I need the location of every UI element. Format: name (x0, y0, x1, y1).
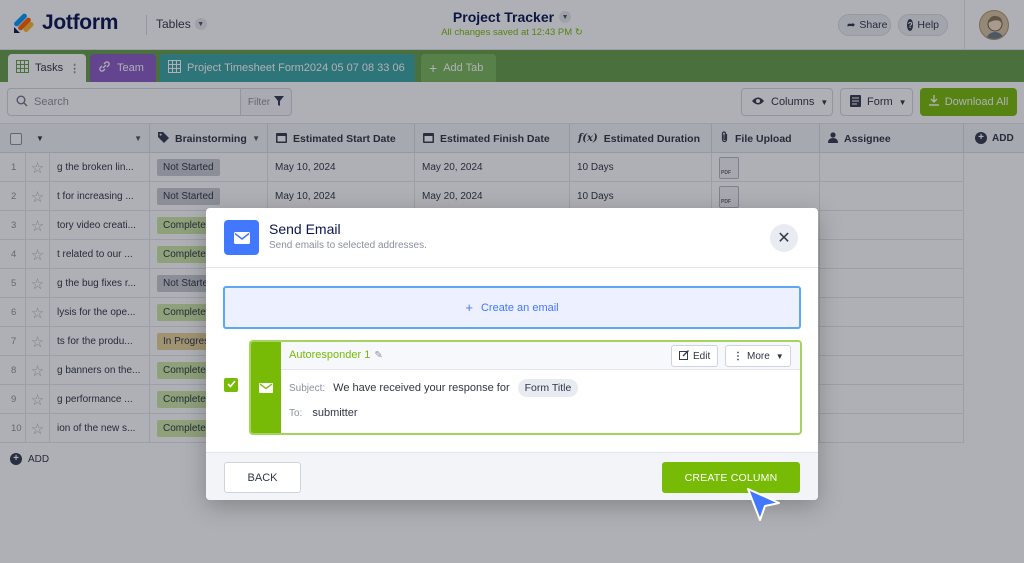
dialog-title: Send Email (269, 221, 341, 237)
plus-icon: + (465, 300, 473, 315)
mail-icon (224, 220, 259, 255)
dialog-footer: BACK CREATE COLUMN (206, 452, 818, 500)
cursor-icon (745, 486, 783, 527)
edit-icon (679, 349, 689, 363)
email-select-checkbox[interactable] (224, 378, 238, 392)
to-label: To: (289, 407, 303, 419)
dialog-header: Send Email Send emails to selected addre… (206, 208, 818, 268)
subject-text: We have received your response for (333, 382, 510, 394)
create-email-button[interactable]: + Create an email (223, 286, 801, 329)
email-recipient: To: submitter (289, 407, 358, 419)
email-card-header: Autoresponder 1 ✎ Edit ⋮ More ▼ (281, 342, 800, 370)
edit-label: Edit (693, 350, 711, 362)
mail-icon (251, 342, 281, 433)
chevron-down-icon: ▼ (775, 351, 784, 361)
form-title-tag: Form Title (517, 379, 579, 397)
create-email-label: Create an email (480, 301, 559, 314)
email-name-text: Autoresponder 1 (289, 349, 371, 361)
email-subject: Subject: We have received your response … (289, 379, 579, 397)
more-button[interactable]: ⋮ More ▼ (725, 345, 791, 367)
close-icon: ✕ (777, 230, 791, 247)
close-button[interactable]: ✕ (770, 224, 798, 252)
pencil-icon[interactable]: ✎ (374, 350, 382, 361)
edit-button[interactable]: Edit (671, 345, 719, 367)
more-label: More (747, 350, 770, 362)
email-card: Autoresponder 1 ✎ Edit ⋮ More ▼ Subject:… (249, 340, 802, 435)
more-icon: ⋮ (733, 350, 743, 362)
check-icon (226, 379, 236, 391)
subject-label: Subject: (289, 382, 326, 394)
send-email-dialog: Send Email Send emails to selected addre… (206, 208, 818, 500)
email-name[interactable]: Autoresponder 1 ✎ (289, 349, 383, 361)
dialog-subtitle: Send emails to selected addresses. (269, 240, 427, 251)
to-value: submitter (312, 407, 358, 419)
back-button[interactable]: BACK (224, 462, 301, 493)
